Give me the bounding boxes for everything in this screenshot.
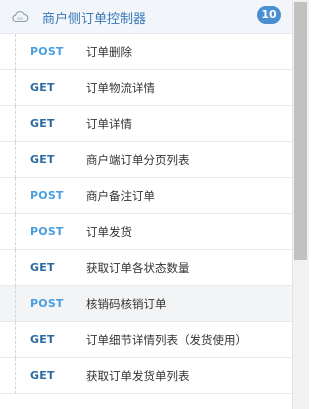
http-method-label: POST xyxy=(30,189,64,202)
tree-guide-line xyxy=(15,70,16,106)
tree-guide-line xyxy=(15,142,16,178)
endpoint-name: 订单详情 xyxy=(86,117,132,131)
tree-guide-line xyxy=(15,106,16,142)
http-method-label: GET xyxy=(30,117,55,130)
tree-guide-line xyxy=(15,250,16,286)
endpoint-name: 获取订单发货单列表 xyxy=(86,369,190,383)
tree-guide-line xyxy=(15,322,16,358)
endpoint-name: 获取订单各状态数量 xyxy=(86,261,190,275)
tree-guide-line xyxy=(15,34,16,70)
tree-guide-line xyxy=(15,358,16,394)
endpoint-row[interactable]: POST 订单删除 xyxy=(0,34,292,70)
endpoint-row[interactable]: GET 订单细节详情列表（发货使用） xyxy=(0,322,292,358)
tree-guide-line xyxy=(15,214,16,250)
endpoint-list: POST 订单删除 GET 订单物流详情 GET 订单详情 GET 商户端订单分页列表 POST… xyxy=(0,34,292,394)
endpoint-row[interactable]: POST 核销码核销订单 xyxy=(0,286,292,322)
group-header[interactable]: API 商户侧订单控制器 10 xyxy=(0,0,292,34)
endpoint-row[interactable]: GET 订单详情 xyxy=(0,106,292,142)
endpoint-name: 订单物流详情 xyxy=(86,81,155,95)
http-method-label: GET xyxy=(30,153,55,166)
http-method-label: GET xyxy=(30,333,55,346)
endpoint-name: 订单细节详情列表（发货使用） xyxy=(86,333,247,347)
count-badge: 10 xyxy=(257,6,281,24)
http-method-label: GET xyxy=(30,261,55,274)
group-title: 商户侧订单控制器 xyxy=(42,12,147,27)
cloud-api-icon: API xyxy=(12,11,29,23)
endpoint-row[interactable]: GET 获取订单各状态数量 xyxy=(0,250,292,286)
endpoint-row[interactable]: POST 商户备注订单 xyxy=(0,178,292,214)
tree-guide-line xyxy=(15,178,16,214)
endpoint-row[interactable]: POST 订单发货 xyxy=(0,214,292,250)
http-method-label: GET xyxy=(30,81,55,94)
scrollbar-thumb[interactable] xyxy=(294,2,307,260)
http-method-label: GET xyxy=(30,369,55,382)
endpoint-name: 商户备注订单 xyxy=(86,189,155,203)
http-method-label: POST xyxy=(30,297,64,310)
endpoint-name: 订单删除 xyxy=(86,45,132,59)
http-method-label: POST xyxy=(30,225,64,238)
endpoint-name: 商户端订单分页列表 xyxy=(86,153,190,167)
api-group-panel: API 商户侧订单控制器 10 POST 订单删除 GET 订单物流详情 GET 订单详情… xyxy=(0,0,292,409)
endpoint-row[interactable]: GET 订单物流详情 xyxy=(0,70,292,106)
endpoint-row[interactable]: GET 商户端订单分页列表 xyxy=(0,142,292,178)
tree-guide-line xyxy=(15,286,16,322)
endpoint-name: 核销码核销订单 xyxy=(86,297,167,311)
endpoint-row[interactable]: GET 获取订单发货单列表 xyxy=(0,358,292,394)
right-margin xyxy=(309,0,331,409)
endpoint-name: 订单发货 xyxy=(86,225,132,239)
http-method-label: POST xyxy=(30,45,64,58)
svg-text:API: API xyxy=(17,17,23,21)
